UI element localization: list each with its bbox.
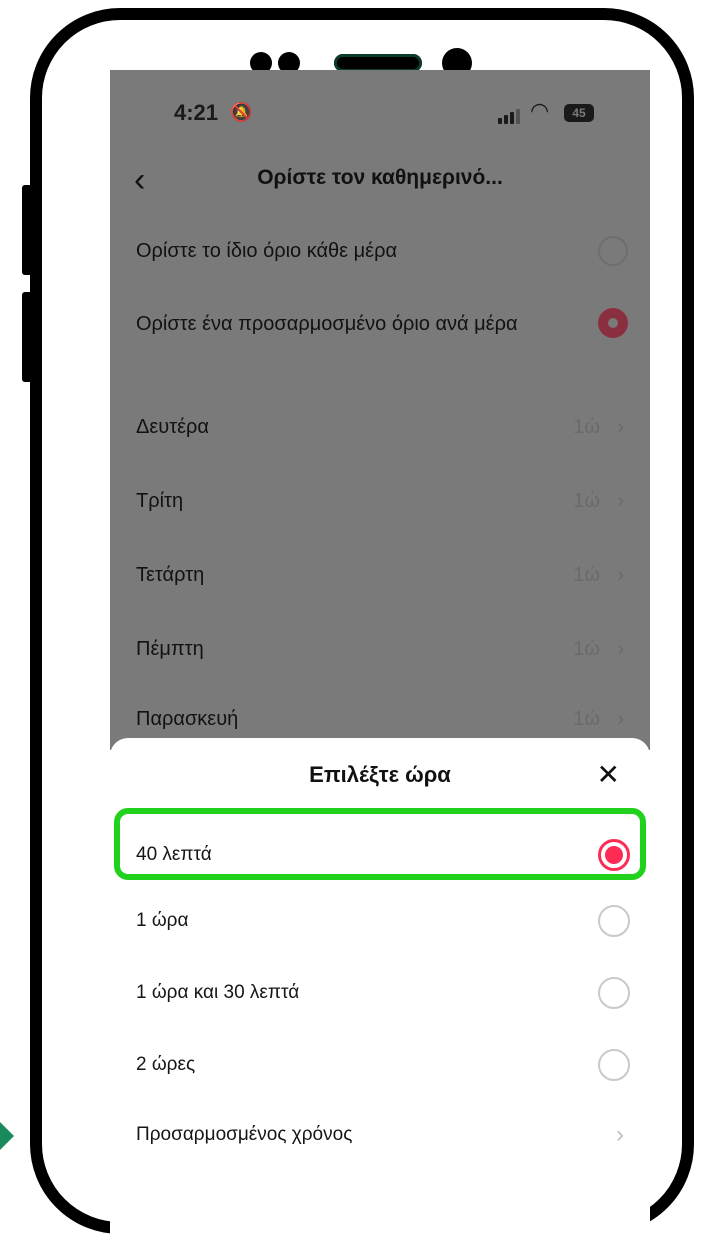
status-bar: 4:21 🔕 ◠ 45 (110, 70, 650, 150)
time-option-1h30[interactable]: 1 ώρα και 30 λεπτά (136, 976, 630, 1010)
option-radio[interactable] (598, 905, 630, 937)
day-value: 1ώ (573, 708, 600, 730)
day-row-tuesday[interactable]: Τρίτη 1ώ › (136, 486, 628, 516)
sheet-title: Επιλέξτε ώρα (309, 762, 451, 787)
option-radio[interactable] (598, 1049, 630, 1081)
day-name: Τρίτη (136, 490, 184, 512)
wifi-icon: ◠ (530, 98, 550, 123)
side-arrow-icon (0, 1122, 14, 1150)
time-option-1h[interactable]: 1 ώρα (136, 904, 630, 938)
selection-highlight-box (114, 808, 646, 880)
close-icon[interactable]: ✕ (597, 758, 620, 791)
day-value: 1ώ (573, 638, 600, 660)
chevron-right-icon: › (617, 416, 624, 438)
custom-limit-option[interactable]: Ορίστε ένα προσαρμοσμένο όριο ανά μέρα (136, 308, 628, 370)
same-limit-option[interactable]: Ορίστε το ίδιο όριο κάθε μέρα (136, 236, 628, 266)
time-option-2h[interactable]: 2 ώρες (136, 1048, 630, 1082)
same-limit-radio[interactable] (598, 236, 628, 266)
app-screen: 4:21 🔕 ◠ 45 ‹ Ορίστε τον καθημερινό... Ο… (110, 70, 650, 1240)
option-label: Προσαρμοσμένος χρόνος (136, 1124, 353, 1145)
same-limit-label: Ορίστε το ίδιο όριο κάθε μέρα (136, 240, 398, 262)
signal-icon (498, 108, 522, 124)
page-title: Ορίστε τον καθημερινό... (257, 166, 503, 189)
chevron-right-icon: › (617, 564, 624, 586)
day-value: 1ώ (573, 490, 600, 512)
mute-bell-icon: 🔕 (230, 102, 253, 122)
chevron-right-icon: › (617, 490, 624, 512)
day-value: 1ώ (573, 564, 600, 586)
option-radio[interactable] (598, 977, 630, 1009)
nav-bar: ‹ Ορίστε τον καθημερινό... (110, 160, 650, 200)
custom-time-option[interactable]: Προσαρμοσμένος χρόνος › (136, 1118, 630, 1152)
day-row-monday[interactable]: Δευτέρα 1ώ › (136, 412, 628, 442)
chevron-right-icon: › (617, 638, 624, 660)
day-row-friday[interactable]: Παρασκευή 1ώ › (136, 704, 628, 734)
day-name: Παρασκευή (136, 708, 239, 730)
battery-icon: 45 (564, 104, 594, 122)
dimmed-background: 4:21 🔕 ◠ 45 ‹ Ορίστε τον καθημερινό... Ο… (110, 70, 650, 750)
day-row-wednesday[interactable]: Τετάρτη 1ώ › (136, 560, 628, 590)
custom-limit-label: Ορίστε ένα προσαρμοσμένο όριο ανά μέρα (136, 313, 518, 335)
option-label: 1 ώρα και 30 λεπτά (136, 982, 300, 1003)
status-time: 4:21 (174, 100, 219, 125)
chevron-right-icon: › (617, 708, 624, 730)
day-name: Τετάρτη (136, 564, 205, 586)
day-name: Δευτέρα (136, 416, 209, 438)
day-name: Πέμπτη (136, 638, 204, 660)
custom-limit-radio[interactable] (598, 308, 628, 338)
option-label: 2 ώρες (136, 1054, 196, 1075)
day-value: 1ώ (573, 416, 600, 438)
chevron-right-icon: › (616, 1121, 624, 1148)
option-label: 1 ώρα (136, 910, 189, 931)
day-row-thursday[interactable]: Πέμπτη 1ώ › (136, 634, 628, 664)
